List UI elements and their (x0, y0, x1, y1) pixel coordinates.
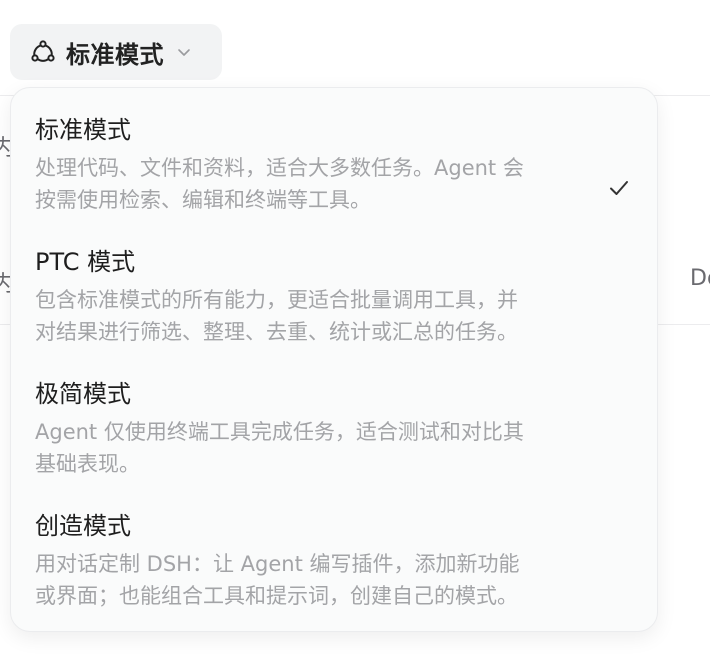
mode-option-creative[interactable]: 创造模式 用对话定制 DSH：让 Agent 编写插件，添加新功能 或界面；也能… (11, 510, 657, 612)
app-stage: 内 内 Do 标准模式 标准模式 处理代码、文件和资料，适合大多数任务。Agen… (0, 0, 710, 668)
mode-option-desc-line: 或界面；也能组合工具和提示词，创建自己的模式。 (35, 584, 518, 608)
mode-option-title: 标准模式 (35, 116, 131, 144)
mode-option-desc-line: Agent 仅使用终端工具完成任务，适合测试和对比其 (35, 420, 524, 444)
mode-option-ptc[interactable]: PTC 模式 包含标准模式的所有能力，更适合批量调用工具，并 对结果进行筛选、整… (11, 246, 657, 348)
mode-option-title: PTC 模式 (35, 248, 136, 276)
chevron-down-icon (176, 44, 192, 60)
mode-option-desc-line: 处理代码、文件和资料，适合大多数任务。Agent 会 (35, 156, 524, 180)
mode-option-desc-line: 用对话定制 DSH：让 Agent 编写插件，添加新功能 (35, 552, 520, 576)
mode-nodes-icon (30, 39, 56, 65)
mode-selector-button[interactable]: 标准模式 (10, 24, 222, 80)
mode-option-desc-line: 对结果进行筛选、整理、去重、统计或汇总的任务。 (35, 320, 518, 344)
mode-selector-label: 标准模式 (66, 40, 164, 69)
mode-option-desc-line: 包含标准模式的所有能力，更适合批量调用工具，并 (35, 288, 518, 312)
checkmark-icon (607, 176, 631, 200)
mode-option-standard[interactable]: 标准模式 处理代码、文件和资料，适合大多数任务。Agent 会 按需使用检索、编… (11, 114, 657, 216)
mode-option-minimal[interactable]: 极简模式 Agent 仅使用终端工具完成任务，适合测试和对比其 基础表现。 (11, 378, 657, 480)
mode-option-title: 极简模式 (35, 380, 131, 408)
mode-option-desc-line: 按需使用检索、编辑和终端等工具。 (35, 188, 371, 212)
background-text-fragment: Do (690, 266, 710, 291)
mode-dropdown-menu: 标准模式 处理代码、文件和资料，适合大多数任务。Agent 会 按需使用检索、编… (10, 87, 658, 632)
mode-option-desc-line: 基础表现。 (35, 452, 140, 476)
mode-option-title: 创造模式 (35, 512, 131, 540)
